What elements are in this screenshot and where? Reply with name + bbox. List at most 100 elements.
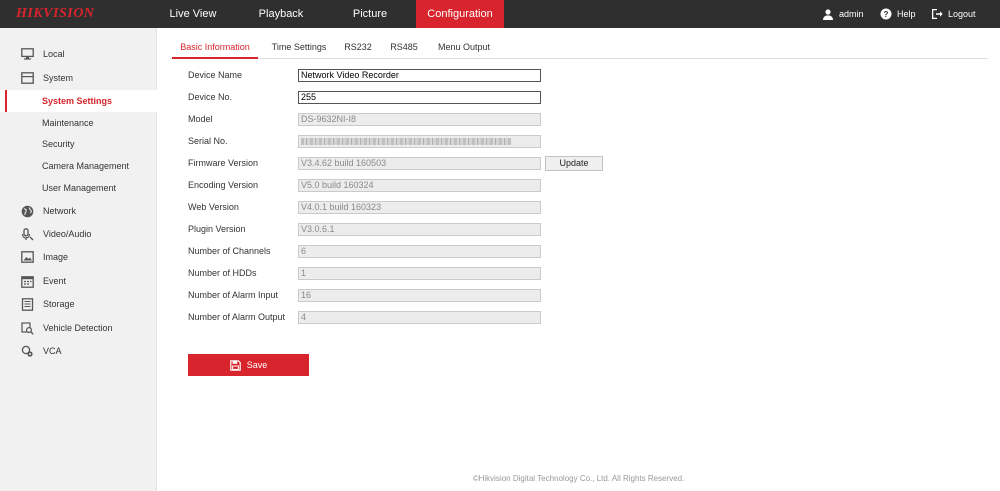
sidebar-item-label: Vehicle Detection <box>43 323 113 333</box>
help-label: Help <box>897 9 916 19</box>
sidebar-item-label: VCA <box>43 346 62 356</box>
serial-no-row: Serial No. <box>188 135 608 149</box>
web-version-label: Web Version <box>188 202 239 212</box>
help-icon: ? <box>880 8 892 20</box>
sidebar-item-label: System <box>43 73 74 83</box>
vca-icon <box>20 344 34 358</box>
sidebar-item-video-audio[interactable]: Video/Audio <box>0 223 157 245</box>
sidebar-item-label: Event <box>43 276 67 286</box>
sidebar-item-label: User Management <box>42 183 117 193</box>
update-button[interactable]: Update <box>545 156 603 171</box>
serial-no-label: Serial No. <box>188 136 228 146</box>
storage-icon <box>20 297 34 311</box>
monitor-icon <box>20 47 34 61</box>
nav-playback[interactable]: Playback <box>245 0 317 28</box>
sidebar-item-label: Local <box>43 49 65 59</box>
device-name-input[interactable]: Network Video Recorder <box>298 69 541 82</box>
number-of-alarm-input-label: Number of Alarm Input <box>188 290 279 300</box>
sidebar-item-local[interactable]: Local <box>0 43 157 65</box>
number-of-alarm-output-label: Number of Alarm Output <box>188 312 286 322</box>
sidebar-item-label: Storage <box>43 299 75 309</box>
logout-link[interactable]: Logout <box>931 0 976 28</box>
number-of-alarm-output-field: 4 <box>298 311 541 324</box>
number-of-channels-field: 6 <box>298 245 541 258</box>
model-field: DS-9632NI-I8 <box>298 113 541 126</box>
sidebar-item-maintenance[interactable]: Maintenance <box>0 112 157 134</box>
firmware-version-label: Firmware Version <box>188 158 259 168</box>
system-icon <box>20 71 34 85</box>
user-menu[interactable]: admin <box>822 0 864 28</box>
number-of-channels-label: Number of Channels <box>188 246 271 256</box>
user-icon <box>823 9 833 20</box>
web-version-row: Web Version V4.0.1 build 160323 <box>188 201 608 215</box>
encoding-version-label: Encoding Version <box>188 180 259 190</box>
sidebar-item-security[interactable]: Security <box>0 133 157 155</box>
sidebar: Local System System Settings Maintenance… <box>0 28 157 491</box>
number-of-channels-row: Number of Channels 6 <box>188 245 608 259</box>
device-no-input[interactable]: 255 <box>298 91 541 104</box>
selected-indicator <box>5 90 7 112</box>
sidebar-item-label: Video/Audio <box>43 229 92 239</box>
sidebar-item-system[interactable]: System <box>0 67 157 89</box>
sidebar-item-label: Maintenance <box>42 118 94 128</box>
svg-text:?: ? <box>884 10 889 19</box>
number-of-hdds-field: 1 <box>298 267 541 280</box>
model-row: Model DS-9632NI-I8 <box>188 113 608 127</box>
encoding-version-field: V5.0 build 160324 <box>298 179 541 192</box>
tab-time-settings[interactable]: Time Settings <box>268 37 330 59</box>
device-no-row: Device No. 255 <box>188 91 608 105</box>
microphone-icon <box>20 227 34 241</box>
serial-no-field <box>298 135 541 148</box>
user-label: admin <box>839 9 864 19</box>
sidebar-item-vca[interactable]: VCA <box>0 340 157 362</box>
sidebar-item-label: Image <box>43 252 69 262</box>
nav-picture[interactable]: Picture <box>334 0 406 28</box>
sidebar-item-event[interactable]: Event <box>0 270 157 292</box>
sidebar-item-camera-management[interactable]: Camera Management <box>0 155 157 177</box>
calendar-icon <box>20 274 34 288</box>
tab-basic-information[interactable]: Basic Information <box>172 37 258 59</box>
nav-configuration[interactable]: Configuration <box>416 0 504 28</box>
globe-icon <box>20 204 34 218</box>
sidebar-item-user-management[interactable]: User Management <box>0 177 157 199</box>
device-name-label: Device Name <box>188 70 243 80</box>
copyright-footer: ©Hikvision Digital Technology Co., Ltd. … <box>472 474 685 483</box>
help-link[interactable]: ? Help <box>880 0 916 28</box>
blurred-serial <box>301 138 511 145</box>
tab-rs485[interactable]: RS485 <box>387 37 421 59</box>
device-no-label: Device No. <box>188 92 233 102</box>
logout-icon <box>932 9 943 19</box>
number-of-hdds-row: Number of HDDs 1 <box>188 267 608 281</box>
model-label: Model <box>188 114 213 124</box>
vehicle-search-icon <box>20 321 34 335</box>
logout-label: Logout <box>948 9 976 19</box>
number-of-alarm-input-row: Number of Alarm Input 16 <box>188 289 608 303</box>
firmware-version-field: V3.4.62 build 160503 <box>298 157 541 170</box>
plugin-version-field: V3.0.6.1 <box>298 223 541 236</box>
sidebar-item-label: Camera Management <box>42 161 130 171</box>
save-button[interactable]: Save <box>188 354 309 376</box>
device-name-row: Device Name Network Video Recorder <box>188 69 608 83</box>
image-icon <box>20 250 34 264</box>
sidebar-item-vehicle-detection[interactable]: Vehicle Detection <box>0 317 157 339</box>
sidebar-item-label: Network <box>43 206 77 216</box>
tab-menu-output[interactable]: Menu Output <box>433 37 495 59</box>
encoding-version-row: Encoding Version V5.0 build 160324 <box>188 179 608 193</box>
top-navigation-bar: HIKVISION Live View Playback Picture Con… <box>0 0 1000 28</box>
hikvision-logo: HIKVISION <box>16 6 95 21</box>
nav-live-view[interactable]: Live View <box>157 0 229 28</box>
sidebar-item-label: Security <box>42 139 75 149</box>
number-of-alarm-input-field: 16 <box>298 289 541 302</box>
settings-tabs: Basic Information Time Settings RS232 RS… <box>170 37 988 59</box>
plugin-version-row: Plugin Version V3.0.6.1 <box>188 223 608 237</box>
sidebar-item-storage[interactable]: Storage <box>0 293 157 315</box>
plugin-version-label: Plugin Version <box>188 224 246 234</box>
save-label: Save <box>246 360 268 370</box>
web-version-field: V4.0.1 build 160323 <box>298 201 541 214</box>
sidebar-item-label: System Settings <box>42 96 113 106</box>
sidebar-item-system-settings[interactable]: System Settings <box>0 90 157 112</box>
number-of-alarm-output-row: Number of Alarm Output 4 <box>188 311 608 325</box>
sidebar-item-network[interactable]: Network <box>0 200 157 222</box>
sidebar-item-image[interactable]: Image <box>0 246 157 268</box>
tab-rs232[interactable]: RS232 <box>341 37 375 59</box>
